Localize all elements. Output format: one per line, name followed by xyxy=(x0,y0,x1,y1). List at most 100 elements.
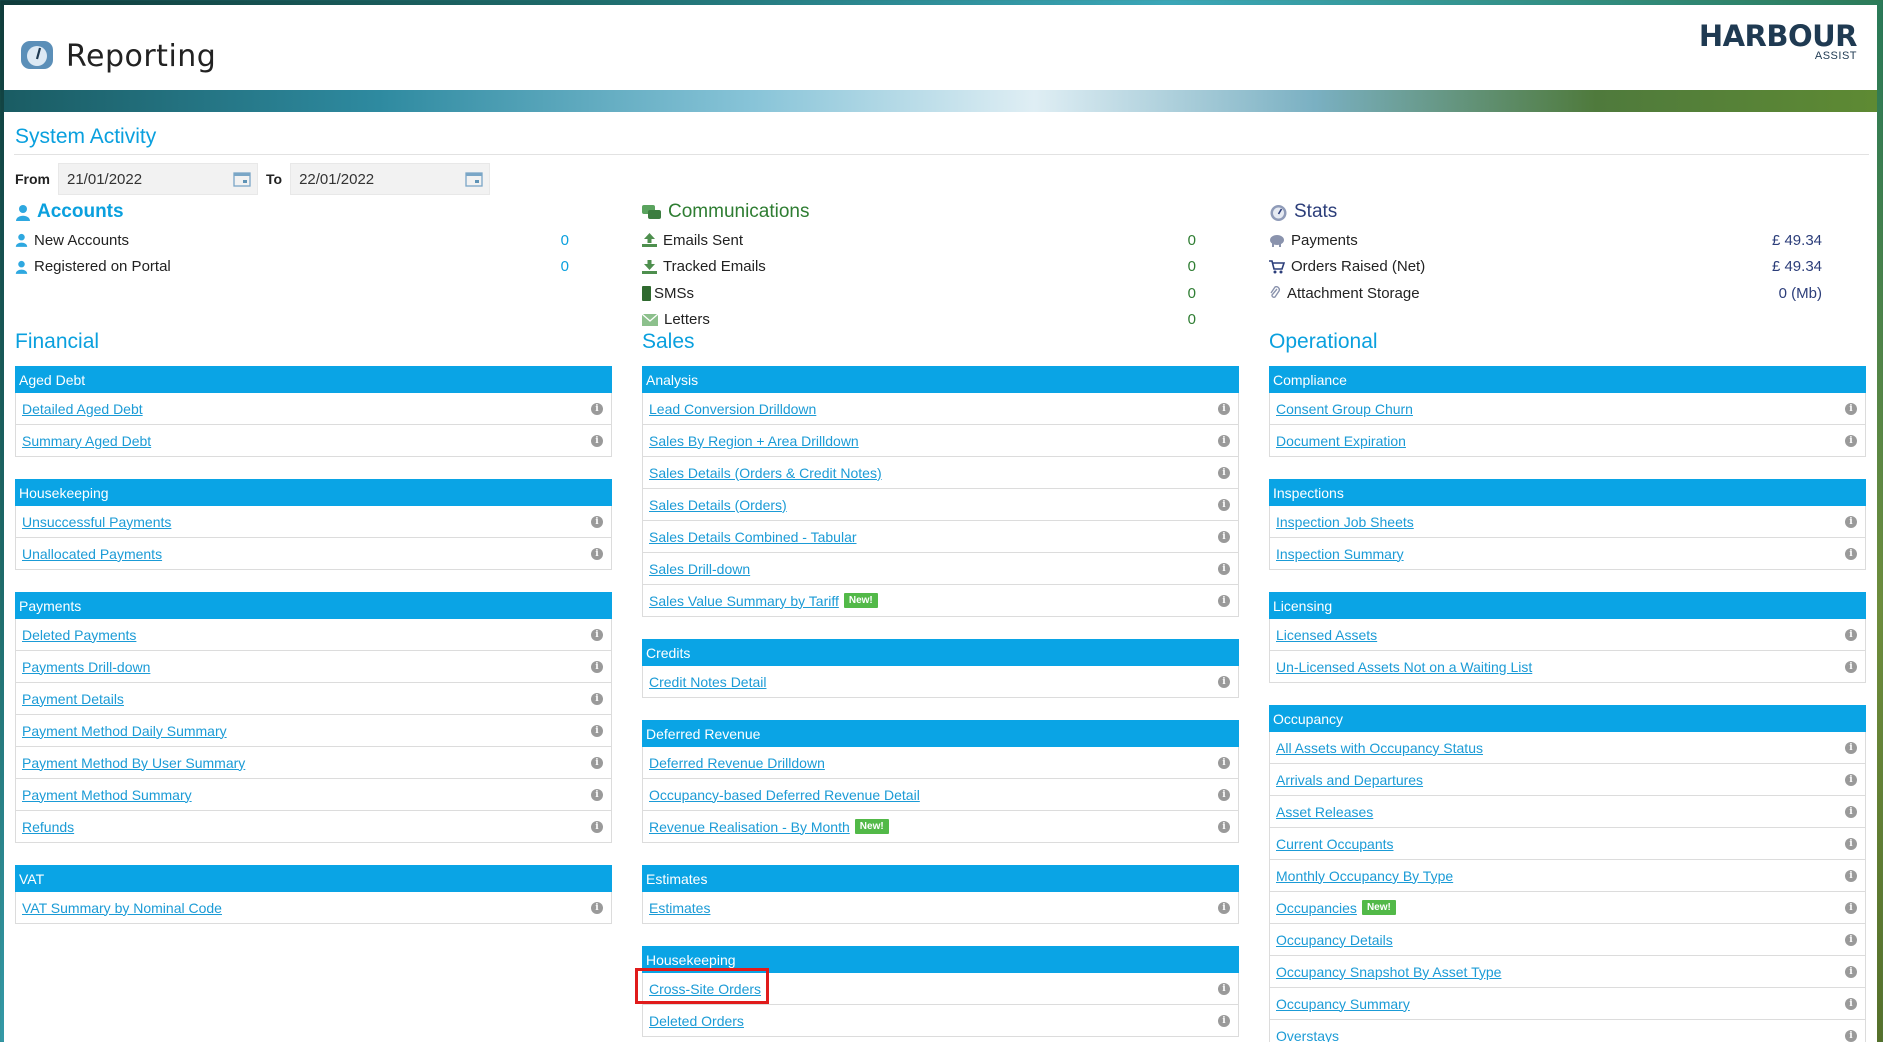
info-icon[interactable]: i xyxy=(1218,901,1230,914)
report-link-occupancies[interactable]: Occupancies xyxy=(1276,900,1357,916)
report-link-occupancy-deferred-revenue[interactable]: Occupancy-based Deferred Revenue Detail xyxy=(649,787,920,803)
report-link-revenue-realisation[interactable]: Revenue Realisation - By Month xyxy=(649,819,850,835)
info-icon[interactable]: i xyxy=(1218,788,1230,801)
report-link-asset-releases[interactable]: Asset Releases xyxy=(1276,804,1373,820)
report-row: VAT Summary by Nominal Code i xyxy=(15,892,612,924)
info-icon[interactable]: i xyxy=(1845,901,1857,914)
info-icon[interactable]: i xyxy=(591,724,603,737)
info-icon[interactable]: i xyxy=(591,660,603,673)
info-icon[interactable]: i xyxy=(591,628,603,641)
info-icon[interactable]: i xyxy=(1218,434,1230,447)
info-icon[interactable]: i xyxy=(1845,837,1857,850)
report-link-detailed-aged-debt[interactable]: Detailed Aged Debt xyxy=(22,401,143,417)
info-icon[interactable]: i xyxy=(1218,1014,1230,1027)
info-icon[interactable]: i xyxy=(591,788,603,801)
accounts-title: Accounts xyxy=(37,201,124,222)
report-link-unallocated-payments[interactable]: Unallocated Payments xyxy=(22,546,162,562)
report-link-summary-aged-debt[interactable]: Summary Aged Debt xyxy=(22,433,151,449)
report-link-cross-site-orders[interactable]: Cross-Site Orders xyxy=(649,981,761,997)
info-icon[interactable]: i xyxy=(591,515,603,528)
panel-header: Compliance xyxy=(1269,366,1866,393)
info-icon[interactable]: i xyxy=(1218,756,1230,769)
report-link-document-expiration[interactable]: Document Expiration xyxy=(1276,433,1406,449)
info-icon[interactable]: i xyxy=(1845,773,1857,786)
info-icon[interactable]: i xyxy=(1218,820,1230,833)
report-link-inspection-summary[interactable]: Inspection Summary xyxy=(1276,546,1404,562)
report-link-licensed-assets[interactable]: Licensed Assets xyxy=(1276,627,1377,643)
info-icon[interactable]: i xyxy=(1218,530,1230,543)
report-link-occupancy-details[interactable]: Occupancy Details xyxy=(1276,932,1393,948)
info-icon[interactable]: i xyxy=(1218,562,1230,575)
report-row: Asset Releases i xyxy=(1269,796,1866,828)
to-date-input[interactable]: 22/01/2022 xyxy=(290,163,491,195)
report-link-occupancy-summary[interactable]: Occupancy Summary xyxy=(1276,996,1410,1012)
info-icon[interactable]: i xyxy=(1218,498,1230,511)
calendar-icon[interactable] xyxy=(465,171,483,187)
info-icon[interactable]: i xyxy=(1218,594,1230,607)
info-icon[interactable]: i xyxy=(1845,965,1857,978)
info-icon[interactable]: i xyxy=(1845,805,1857,818)
from-date-input[interactable]: 21/01/2022 xyxy=(58,163,258,195)
report-link-payments-drill-down[interactable]: Payments Drill-down xyxy=(22,659,150,675)
info-icon[interactable]: i xyxy=(1218,675,1230,688)
report-link-sales-details-combined[interactable]: Sales Details Combined - Tabular xyxy=(649,529,857,545)
report-link-sales-drill-down[interactable]: Sales Drill-down xyxy=(649,561,750,577)
report-link-payment-method-summary[interactable]: Payment Method Summary xyxy=(22,787,192,803)
info-icon[interactable]: i xyxy=(1845,997,1857,1010)
report-link-sales-details-orders[interactable]: Sales Details (Orders) xyxy=(649,497,787,513)
report-link-deleted-payments[interactable]: Deleted Payments xyxy=(22,627,136,643)
report-link-current-occupants[interactable]: Current Occupants xyxy=(1276,836,1394,852)
info-icon[interactable]: i xyxy=(1845,434,1857,447)
report-link-payment-method-by-user-summary[interactable]: Payment Method By User Summary xyxy=(22,755,245,771)
info-icon[interactable]: i xyxy=(1218,982,1230,995)
info-icon[interactable]: i xyxy=(591,434,603,447)
panel-deferred-revenue: Deferred Revenue Deferred Revenue Drilld… xyxy=(642,720,1239,843)
report-link-overstays[interactable]: Overstays xyxy=(1276,1028,1339,1042)
report-link-monthly-occupancy[interactable]: Monthly Occupancy By Type xyxy=(1276,868,1453,884)
report-link-all-assets-occupancy[interactable]: All Assets with Occupancy Status xyxy=(1276,740,1483,756)
dashboard-gauge-icon xyxy=(21,41,53,69)
info-icon[interactable]: i xyxy=(1845,628,1857,641)
info-icon[interactable]: i xyxy=(1845,741,1857,754)
report-link-vat-summary[interactable]: VAT Summary by Nominal Code xyxy=(22,900,222,916)
info-icon[interactable]: i xyxy=(1218,402,1230,415)
report-link-lead-conversion[interactable]: Lead Conversion Drilldown xyxy=(649,401,816,417)
info-icon[interactable]: i xyxy=(1845,933,1857,946)
stat-row-smss: SMSs 0 xyxy=(642,280,1220,307)
report-link-estimates[interactable]: Estimates xyxy=(649,900,710,916)
report-link-deferred-revenue-drilldown[interactable]: Deferred Revenue Drilldown xyxy=(649,755,825,771)
divider xyxy=(14,154,1869,155)
report-link-consent-group-churn[interactable]: Consent Group Churn xyxy=(1276,401,1413,417)
info-icon[interactable]: i xyxy=(1845,515,1857,528)
report-link-refunds[interactable]: Refunds xyxy=(22,819,74,835)
info-icon[interactable]: i xyxy=(591,820,603,833)
info-icon[interactable]: i xyxy=(591,692,603,705)
report-link-credit-notes-detail[interactable]: Credit Notes Detail xyxy=(649,674,767,690)
report-link-inspection-job-sheets[interactable]: Inspection Job Sheets xyxy=(1276,514,1414,530)
report-link-payment-details[interactable]: Payment Details xyxy=(22,691,124,707)
info-icon[interactable]: i xyxy=(1845,547,1857,560)
info-icon[interactable]: i xyxy=(591,756,603,769)
info-icon[interactable]: i xyxy=(591,402,603,415)
report-link-sales-value-summary[interactable]: Sales Value Summary by Tariff xyxy=(649,593,839,609)
info-icon[interactable]: i xyxy=(1845,660,1857,673)
info-icon[interactable]: i xyxy=(591,547,603,560)
info-icon[interactable]: i xyxy=(1218,466,1230,479)
info-icon[interactable]: i xyxy=(1845,869,1857,882)
report-row: Credit Notes Detail i xyxy=(642,666,1239,698)
report-link-unlicensed-assets[interactable]: Un-Licensed Assets Not on a Waiting List xyxy=(1276,659,1532,675)
report-link-payment-method-daily-summary[interactable]: Payment Method Daily Summary xyxy=(22,723,227,739)
report-link-unsuccessful-payments[interactable]: Unsuccessful Payments xyxy=(22,514,171,530)
report-link-arrivals-departures[interactable]: Arrivals and Departures xyxy=(1276,772,1423,788)
harbour-assist-logo[interactable]: HARBOUR ASSIST xyxy=(1699,21,1858,62)
report-link-occupancy-snapshot[interactable]: Occupancy Snapshot By Asset Type xyxy=(1276,964,1501,980)
report-link-sales-by-region[interactable]: Sales By Region + Area Drilldown xyxy=(649,433,859,449)
phone-icon xyxy=(642,285,651,301)
info-icon[interactable]: i xyxy=(1845,402,1857,415)
calendar-icon[interactable] xyxy=(233,171,251,187)
report-link-deleted-orders[interactable]: Deleted Orders xyxy=(649,1013,744,1029)
info-icon[interactable]: i xyxy=(591,901,603,914)
accounts-heading: Accounts xyxy=(15,197,593,227)
report-link-sales-details-orders-credit[interactable]: Sales Details (Orders & Credit Notes) xyxy=(649,465,882,481)
info-icon[interactable]: i xyxy=(1845,1029,1857,1042)
